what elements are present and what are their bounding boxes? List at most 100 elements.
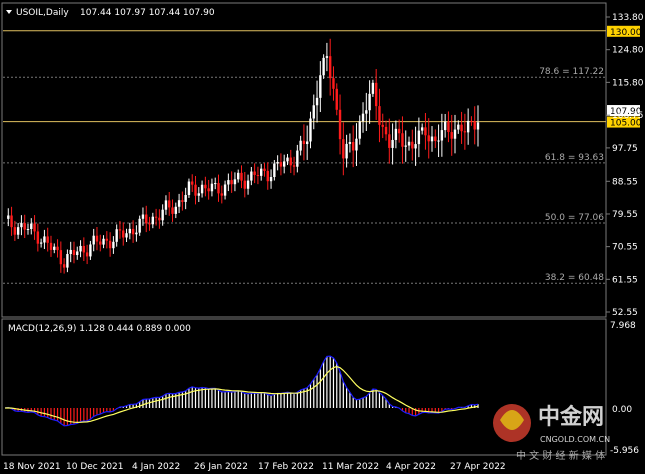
candle-body [411,141,414,149]
time-label: 27 Apr 2022 [450,462,506,472]
candle-body [397,128,401,134]
candle-body [260,168,263,176]
candle-body [279,162,283,167]
candle-body [112,241,115,249]
candle-body [430,136,434,142]
candle-body [322,57,325,76]
candle-body [256,174,260,176]
candle-body [99,241,102,245]
fib-level-label: 38.2 = 60.48 [545,273,604,283]
candle-body [374,82,378,107]
macd-tick-top: 7.968 [610,321,636,331]
price-level-label: 130.00 [610,28,642,38]
candle-body [184,194,187,202]
candle-body [128,228,132,234]
candle-body [187,181,191,195]
candle-body [246,180,250,189]
price-tick-label: 124.80 [612,46,644,56]
candle-body [378,106,381,125]
candle-body [20,223,23,228]
candle-body [401,133,404,147]
candle-body [417,130,421,145]
candle-body [365,110,368,114]
price-tick-label: 115.80 [612,78,644,88]
candle-body [328,56,332,79]
candle-body [95,235,99,242]
candle-body [420,127,424,131]
candle-body [191,181,194,185]
candle-body [10,215,13,228]
candle-body [273,163,276,178]
candle-body [69,249,72,255]
candlestick-series [7,38,480,274]
candle-body [437,140,440,142]
symbol-label: USOIL,Daily [16,8,69,18]
candle-body [138,218,141,233]
price-tick-label: 106.75 [612,111,644,121]
candle-body [250,171,253,181]
price-tick-label: 79.55 [612,210,638,220]
candle-body [368,93,371,111]
candle-body [358,121,361,139]
candle-body [158,217,161,221]
candle-body [220,193,223,196]
candle-body [332,78,335,89]
candle-body [16,227,20,235]
time-label: 4 Apr 2022 [386,462,436,472]
candle-body [338,109,342,140]
candle-body [237,172,240,180]
candle-body [194,184,197,196]
price-tick-label: 52.55 [612,308,638,318]
candle-body [312,105,315,119]
candle-body [342,139,345,159]
candle-body [233,179,237,185]
candle-body [56,246,59,251]
candle-body [309,118,312,142]
price-tick-label: 97.75 [612,144,638,154]
candle-body [381,124,384,127]
candle-body [7,215,10,219]
candle-body [440,130,444,141]
price-tick-label: 133.80 [612,13,644,23]
candle-body [79,245,82,252]
time-label: 17 Feb 2022 [258,462,314,472]
candle-body [164,200,168,210]
candle-body [434,136,437,141]
candle-body [286,157,289,162]
candle-body [122,230,125,238]
candle-body [460,124,463,132]
candle-body [168,200,171,208]
macd-indicator [4,355,479,427]
level-lines: 130.00105.0078.6 = 117.2261.8 = 93.6350.… [3,25,642,284]
candle-body [292,165,296,167]
candle-body [348,142,352,144]
macd-tick-zero: 0.00 [612,405,632,415]
time-label: 18 Nov 2021 [3,462,61,472]
candle-body [171,207,174,214]
candle-body [276,162,279,164]
candle-body [200,184,204,194]
candle-body [131,228,135,235]
time-label: 11 Mar 2022 [322,462,379,472]
fib-level-label: 78.6 = 117.22 [539,67,604,77]
dropdown-arrow-icon[interactable] [6,10,12,14]
candle-body [473,121,476,130]
candle-body [174,206,178,214]
candle-body [141,214,145,219]
time-label: 4 Jan 2022 [132,462,180,472]
candle-body [181,200,184,202]
candle-body [325,56,329,58]
chart-canvas[interactable]: 130.00105.0078.6 = 117.2261.8 = 93.6350.… [0,0,645,474]
candle-body [217,183,220,194]
candle-body [466,120,470,133]
candle-body [207,188,210,192]
candle-body [394,128,398,140]
price-tick-label: 88.55 [612,177,638,187]
fib-level-label: 61.8 = 93.63 [545,153,604,163]
candle-body [266,170,269,182]
candle-body [414,144,417,149]
candle-body [371,82,375,94]
candle-body [443,121,447,131]
candle-body [457,124,460,130]
candle-body [463,131,467,133]
